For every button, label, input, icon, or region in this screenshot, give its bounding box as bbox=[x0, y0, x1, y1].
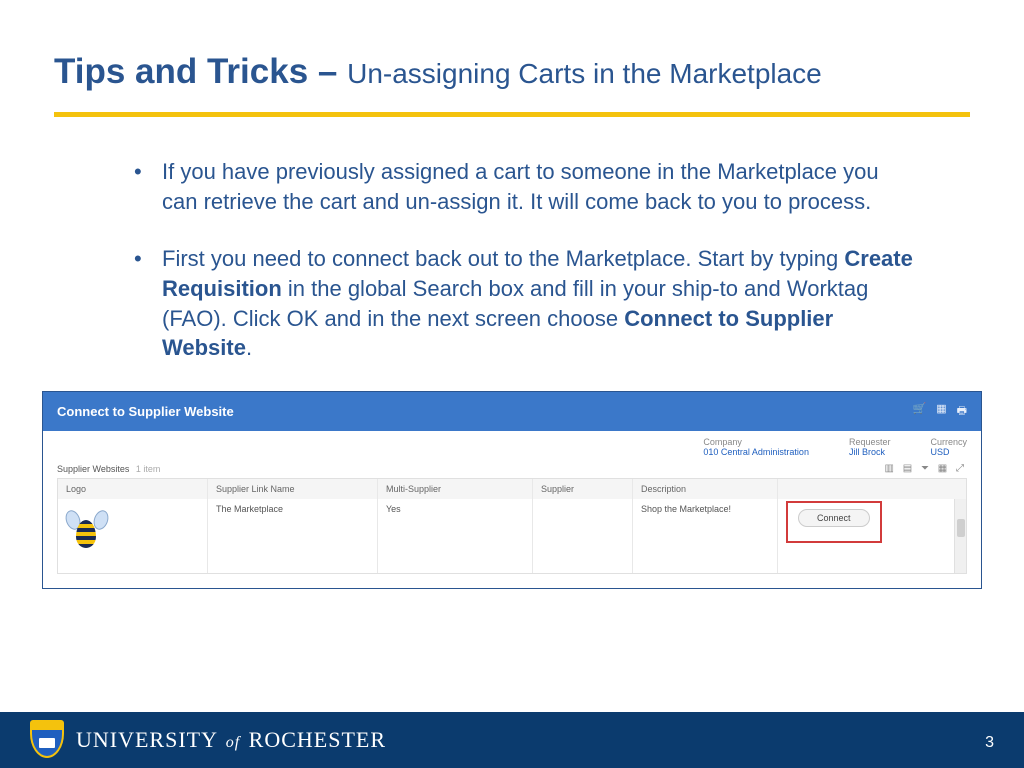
shot-header: Connect to Supplier Website 🛒 ▦ 🖶 bbox=[43, 392, 981, 431]
body-text: If you have previously assigned a cart t… bbox=[0, 117, 1024, 363]
th-link: Supplier Link Name bbox=[208, 479, 378, 499]
table-toolbar-icons[interactable]: ▥ ▤ ⏷ ▦ ⤢ bbox=[885, 463, 967, 474]
shot-sublabel-row: Supplier Websites 1 item ▥ ▤ ⏷ ▦ ⤢ bbox=[43, 459, 981, 474]
embedded-screenshot: Connect to Supplier Website 🛒 ▦ 🖶 Compan… bbox=[42, 391, 982, 589]
th-multi: Multi-Supplier bbox=[378, 479, 533, 499]
cell-desc: Shop the Marketplace! bbox=[633, 499, 778, 573]
page-number: 3 bbox=[985, 734, 994, 752]
shield-icon bbox=[30, 720, 64, 760]
meta-company: Company 010 Central Administration bbox=[703, 437, 809, 457]
cell-supplier bbox=[533, 499, 633, 573]
uni-of: of bbox=[226, 734, 240, 751]
slide: Tips and Tricks – Un-assigning Carts in … bbox=[0, 0, 1024, 768]
meta-company-value[interactable]: 010 Central Administration bbox=[703, 447, 809, 457]
th-supplier: Supplier bbox=[533, 479, 633, 499]
connect-button[interactable]: Connect bbox=[798, 509, 870, 527]
university-name: UNIVERSITY of ROCHESTER bbox=[76, 727, 386, 753]
cell-action: Connect bbox=[778, 499, 954, 573]
shot-header-title: Connect to Supplier Website bbox=[57, 404, 234, 419]
footer-logo: UNIVERSITY of ROCHESTER bbox=[30, 720, 386, 760]
th-desc: Description bbox=[633, 479, 778, 499]
footer-bar: UNIVERSITY of ROCHESTER 3 bbox=[0, 712, 1024, 768]
uni-b: ROCHESTER bbox=[249, 727, 386, 752]
bullet-1: If you have previously assigned a cart t… bbox=[130, 157, 914, 216]
cell-logo bbox=[58, 499, 208, 573]
scrollbar-thumb[interactable] bbox=[957, 519, 965, 537]
grid-icon[interactable]: ▦ bbox=[936, 402, 946, 421]
cell-multi: Yes bbox=[378, 499, 533, 573]
table-scrollbar[interactable] bbox=[954, 499, 966, 573]
meta-requester-label: Requester bbox=[849, 437, 891, 447]
shot-item-count: 1 item bbox=[136, 464, 161, 474]
shot-header-icons: 🛒 ▦ 🖶 bbox=[913, 402, 968, 421]
meta-requester: Requester Jill Brock bbox=[849, 437, 891, 457]
title-main: Tips and Tricks – bbox=[54, 52, 347, 91]
table-row: The Marketplace Yes Shop the Marketplace… bbox=[58, 499, 954, 573]
table-header: Logo Supplier Link Name Multi-Supplier S… bbox=[58, 479, 966, 499]
uni-a: UNIVERSITY bbox=[76, 727, 217, 752]
th-action bbox=[778, 479, 966, 499]
meta-currency-label: Currency bbox=[930, 437, 967, 447]
cell-link: The Marketplace bbox=[208, 499, 378, 573]
meta-currency: Currency USD bbox=[930, 437, 967, 457]
supplier-table: Logo Supplier Link Name Multi-Supplier S… bbox=[57, 478, 967, 574]
meta-company-label: Company bbox=[703, 437, 809, 447]
bullet-2e: . bbox=[246, 335, 252, 360]
connect-highlight-box: Connect bbox=[786, 501, 882, 543]
title-sub: Un-assigning Carts in the Marketplace bbox=[347, 58, 822, 89]
slide-title: Tips and Tricks – Un-assigning Carts in … bbox=[0, 0, 1024, 102]
cart-icon[interactable]: 🛒 bbox=[913, 402, 927, 421]
print-icon[interactable]: 🖶 bbox=[957, 402, 967, 421]
bullet-2: First you need to connect back out to th… bbox=[130, 244, 914, 363]
table-body: The Marketplace Yes Shop the Marketplace… bbox=[58, 499, 966, 573]
meta-requester-value[interactable]: Jill Brock bbox=[849, 447, 891, 457]
bullet-2a: First you need to connect back out to th… bbox=[162, 246, 844, 271]
meta-currency-value[interactable]: USD bbox=[930, 447, 967, 457]
bullet-1-text: If you have previously assigned a cart t… bbox=[162, 159, 879, 214]
bee-logo-icon bbox=[66, 504, 108, 556]
shot-meta: Company 010 Central Administration Reque… bbox=[43, 431, 981, 459]
shot-sublabel: Supplier Websites bbox=[57, 464, 129, 474]
th-logo: Logo bbox=[58, 479, 208, 499]
